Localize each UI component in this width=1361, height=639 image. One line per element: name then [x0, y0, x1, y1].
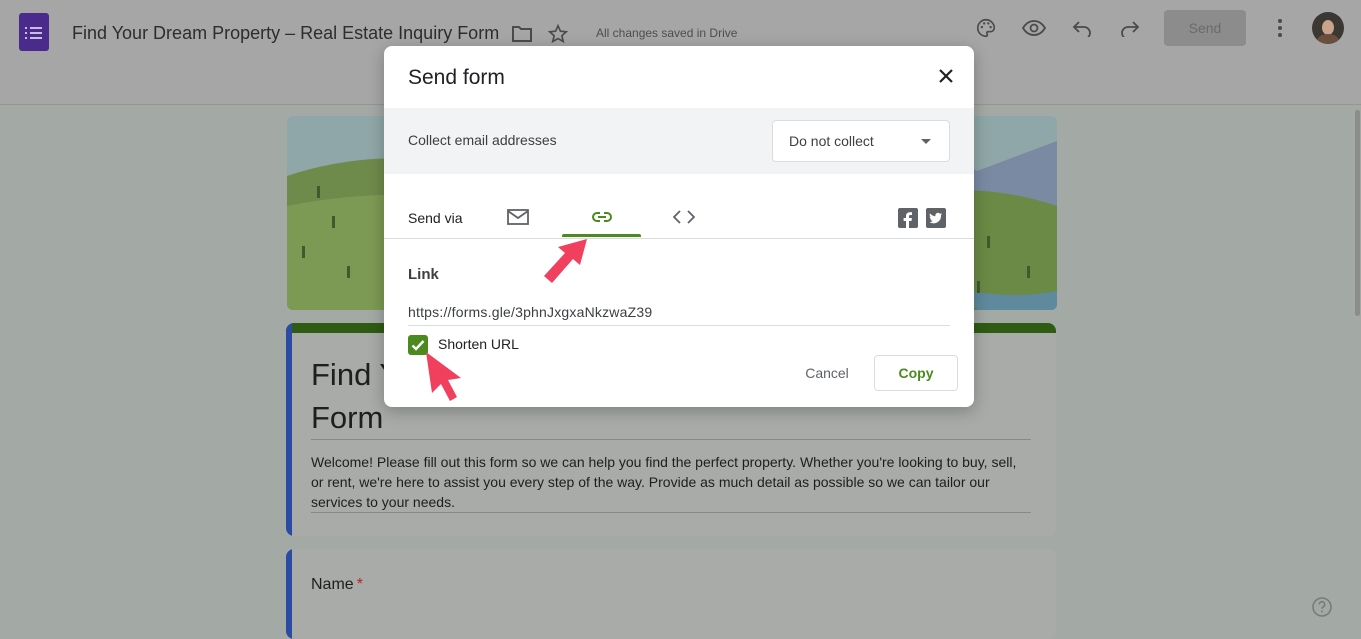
document-title[interactable]: Find Your Dream Property – Real Estate I…	[72, 23, 499, 44]
dialog-title: Send form	[408, 66, 505, 89]
avatar[interactable]	[1312, 12, 1344, 44]
required-asterisk: *	[356, 576, 363, 593]
folder-icon[interactable]	[510, 22, 534, 46]
send-via-label: Send via	[408, 210, 463, 226]
palette-icon[interactable]	[973, 15, 999, 41]
tab-link[interactable]	[562, 196, 641, 238]
form-description[interactable]: Welcome! Please fill out this form so we…	[311, 452, 1031, 512]
cancel-button[interactable]: Cancel	[790, 355, 864, 391]
question-label: Name *	[311, 576, 363, 593]
annotation-arrow-icon	[424, 350, 466, 409]
save-status: All changes saved in Drive	[596, 26, 738, 40]
facebook-icon[interactable]	[898, 208, 918, 228]
scrollbar-thumb[interactable]	[1355, 110, 1360, 316]
send-button[interactable]: Send	[1164, 10, 1246, 46]
collect-email-row: Collect email addresses Do not collect	[384, 108, 974, 174]
question-card[interactable]: Name *	[286, 549, 1056, 639]
copy-button[interactable]: Copy	[874, 355, 958, 391]
collect-email-label: Collect email addresses	[408, 132, 557, 148]
code-icon	[673, 210, 695, 224]
annotation-arrow-icon	[540, 237, 592, 292]
forms-logo-icon[interactable]	[19, 13, 49, 51]
send-form-dialog: Send form Collect email addresses Do not…	[384, 46, 974, 407]
twitter-icon[interactable]	[926, 208, 946, 228]
link-icon	[591, 212, 612, 222]
tab-embed[interactable]	[668, 196, 700, 238]
preview-eye-icon[interactable]	[1021, 15, 1047, 41]
more-vert-icon[interactable]	[1268, 15, 1292, 41]
mail-icon	[507, 209, 529, 225]
undo-icon[interactable]	[1069, 15, 1095, 41]
redo-icon[interactable]	[1117, 15, 1143, 41]
link-heading: Link	[408, 266, 439, 283]
collect-email-value: Do not collect	[789, 133, 874, 149]
star-icon[interactable]	[546, 22, 570, 46]
help-icon[interactable]	[1312, 597, 1332, 622]
chevron-down-icon	[921, 139, 931, 144]
collect-email-dropdown[interactable]: Do not collect	[772, 120, 950, 162]
tab-email[interactable]	[502, 196, 534, 238]
form-link-field[interactable]: https://forms.gle/3phnJxgxaNkzwaZ39	[408, 304, 652, 320]
close-icon[interactable]	[933, 63, 959, 89]
